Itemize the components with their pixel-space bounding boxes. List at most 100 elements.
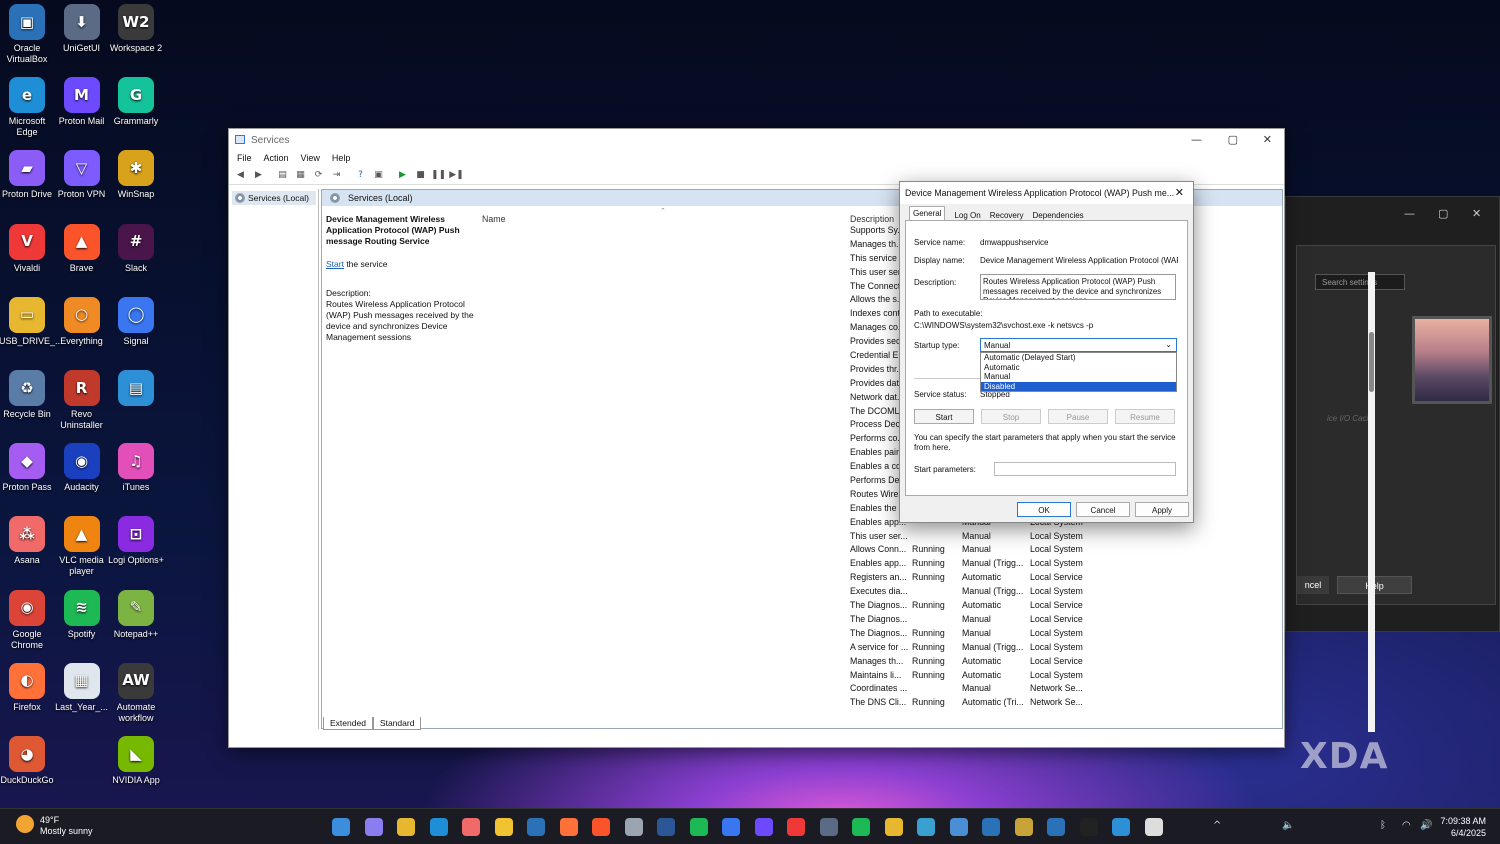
desktop-icon[interactable]: ▰ Proton Drive: [0, 150, 55, 200]
taskbar-app-icon[interactable]: [494, 818, 513, 836]
maximize-icon[interactable]: ▢: [1438, 207, 1448, 220]
desktop-icon[interactable]: ▲ Brave: [54, 223, 110, 274]
close-icon[interactable]: ✕: [1175, 186, 1184, 199]
startup-option[interactable]: Automatic (Delayed Start): [981, 353, 1176, 363]
taskbar-app-icon[interactable]: [559, 818, 578, 836]
taskbar-app-icon[interactable]: [1047, 818, 1065, 836]
search-settings-input[interactable]: Search settings: [1315, 274, 1405, 290]
export-icon[interactable]: ⇥: [329, 167, 344, 182]
close-icon[interactable]: ✕: [1263, 133, 1272, 146]
table-row[interactable]: Diagnostic System HostThe Diagnos...Runn…: [480, 627, 1280, 641]
taskbar-app-icon[interactable]: [949, 818, 968, 836]
desktop-icon[interactable]: ✎ Notepad++: [108, 589, 164, 640]
tab-recovery[interactable]: Recovery: [990, 211, 1024, 220]
desktop-icon[interactable]: W2 Workspace 2: [108, 4, 164, 54]
chevron-up-icon[interactable]: ^: [1213, 820, 1221, 831]
desktop-icon[interactable]: R Revo Uninstaller: [54, 370, 110, 431]
taskbar-app-icon[interactable]: [624, 818, 643, 836]
pause-service-icon[interactable]: ❚❚: [431, 167, 446, 182]
taskbar-app-icon[interactable]: [722, 818, 740, 836]
menu-item-file[interactable]: File: [237, 153, 252, 163]
taskbar-app-icon[interactable]: [429, 818, 448, 836]
speaker-icon[interactable]: 🔈: [1282, 820, 1294, 831]
console-tree-icon[interactable]: ▤: [275, 167, 290, 182]
taskbar-app-icon[interactable]: [1144, 818, 1163, 836]
start-parameters-input[interactable]: [994, 462, 1176, 476]
tab-general[interactable]: General: [909, 206, 946, 220]
table-row[interactable]: Distributed Transaction CoordinatorCoord…: [480, 682, 1280, 696]
tab-dependencies[interactable]: Dependencies: [1033, 211, 1084, 220]
desktop-icon[interactable]: ≋ Spotify: [54, 589, 110, 640]
desktop-icon[interactable]: ⊡ Logi Options+: [108, 516, 164, 566]
clock[interactable]: 7:09:38 AM 6/4/2025: [1440, 815, 1486, 839]
menu-item-view[interactable]: View: [301, 153, 320, 163]
column-header-name[interactable]: Name: [482, 214, 505, 224]
description-field[interactable]: Routes Wireless Application Protocol (WA…: [980, 274, 1176, 300]
desktop-icon[interactable]: ▽ Proton VPN: [54, 150, 110, 200]
table-row[interactable]: DHCP ClientRegisters an...RunningAutomat…: [480, 571, 1280, 585]
stop-service-icon[interactable]: ■: [413, 167, 428, 182]
desktop-icon[interactable]: ○ Everything: [54, 296, 110, 347]
taskbar-app-icon[interactable]: [364, 818, 383, 836]
desktop-icon[interactable]: ◣ NVIDIA App: [108, 736, 164, 786]
taskbar-app-icon[interactable]: [332, 818, 350, 836]
desktop-icon[interactable]: ⬇ UniGetUI: [54, 4, 110, 54]
table-row[interactable]: Diagnostic Execution ServiceExecutes dia…: [480, 585, 1280, 599]
table-row[interactable]: Display Enhancement ServiceA service for…: [480, 641, 1280, 655]
startup-option[interactable]: Automatic: [981, 363, 1176, 373]
desktop-icon[interactable]: # Slack: [108, 223, 164, 274]
menu-item-action[interactable]: Action: [264, 153, 289, 163]
tree-item-services-local[interactable]: Services (Local): [232, 191, 316, 205]
wifi-icon[interactable]: ◠: [1402, 820, 1411, 831]
desktop-icon[interactable]: ▲ VLC media player: [54, 516, 110, 577]
desktop-icon[interactable]: ♻ Recycle Bin: [0, 370, 55, 420]
desktop-icon[interactable]: ▭ USB_DRIVE_...: [0, 296, 63, 347]
taskbar-app-icon[interactable]: [819, 818, 838, 836]
startup-option[interactable]: Manual: [981, 372, 1176, 382]
table-row[interactable]: DevicesFlow_2e516d8fAllows Conn...Runnin…: [480, 543, 1280, 557]
bluetooth-icon[interactable]: ᛒ: [1380, 820, 1386, 831]
minimize-icon[interactable]: —: [1191, 133, 1202, 146]
tab-standard[interactable]: Standard: [372, 717, 422, 730]
desktop-icon[interactable]: ◉ Google Chrome: [0, 589, 55, 651]
properties-icon[interactable]: ▦: [293, 167, 308, 182]
help-icon[interactable]: ?: [353, 167, 368, 182]
desktop-icon[interactable]: ▣ Oracle VirtualBox: [0, 4, 55, 65]
table-row[interactable]: DevQuery Background Discovery BrokerEnab…: [480, 557, 1280, 571]
taskbar-app-icon[interactable]: [787, 818, 805, 836]
restart-service-icon[interactable]: ▶❚: [449, 167, 464, 182]
close-icon[interactable]: ✕: [1472, 207, 1481, 220]
desktop-icon[interactable]: ◐ Firefox: [0, 662, 55, 713]
menu-item-help[interactable]: Help: [332, 153, 351, 163]
table-row[interactable]: Distributed Link Tracking ClientMaintain…: [480, 669, 1280, 683]
minimize-icon[interactable]: —: [1404, 207, 1415, 220]
desktop-icon[interactable]: ▦ Last_Year_...: [54, 662, 110, 713]
taskbar-app-icon[interactable]: [1014, 818, 1033, 836]
taskbar-app-icon[interactable]: [982, 818, 1000, 836]
start-service-link[interactable]: Start: [326, 259, 344, 269]
start-service-icon[interactable]: ▶: [395, 167, 410, 182]
desktop-icon[interactable]: G Grammarly: [108, 77, 164, 127]
stop-button[interactable]: Stop: [981, 409, 1041, 424]
desktop-icon[interactable]: V Vivaldi: [0, 223, 55, 274]
taskbar-app-icon[interactable]: [917, 818, 935, 836]
desktop-icon[interactable]: ◉ Audacity: [54, 443, 110, 493]
refresh-icon[interactable]: ⟳: [311, 167, 326, 182]
taskbar-app-icon[interactable]: [1112, 818, 1130, 836]
desktop-icon[interactable]: ✱ WinSnap: [108, 150, 164, 200]
table-row[interactable]: DNS ClientThe DNS Cli...RunningAutomatic…: [480, 696, 1280, 710]
desktop-icon[interactable]: ▤: [108, 370, 164, 409]
table-row[interactable]: Diagnostic Policy ServiceThe Diagnos...R…: [480, 599, 1280, 613]
column-header-description[interactable]: Description: [850, 214, 894, 224]
taskbar-app-icon[interactable]: [397, 818, 415, 836]
startup-option[interactable]: Disabled: [981, 381, 1176, 392]
table-row[interactable]: Diagnostic Service HostThe Diagnos...Man…: [480, 613, 1280, 627]
pause-button[interactable]: Pause: [1048, 409, 1108, 424]
taskbar-app-icon[interactable]: [884, 818, 903, 836]
taskbar-app-icon[interactable]: [462, 818, 480, 836]
maximize-icon[interactable]: ▢: [1228, 133, 1238, 146]
scrollbar-thumb[interactable]: [1369, 332, 1374, 392]
desktop-icon[interactable]: AW Automate workflow: [108, 662, 164, 724]
desktop-icon[interactable]: ◕ DuckDuckGo: [0, 736, 55, 786]
cancel-button[interactable]: ncel: [1297, 576, 1329, 594]
